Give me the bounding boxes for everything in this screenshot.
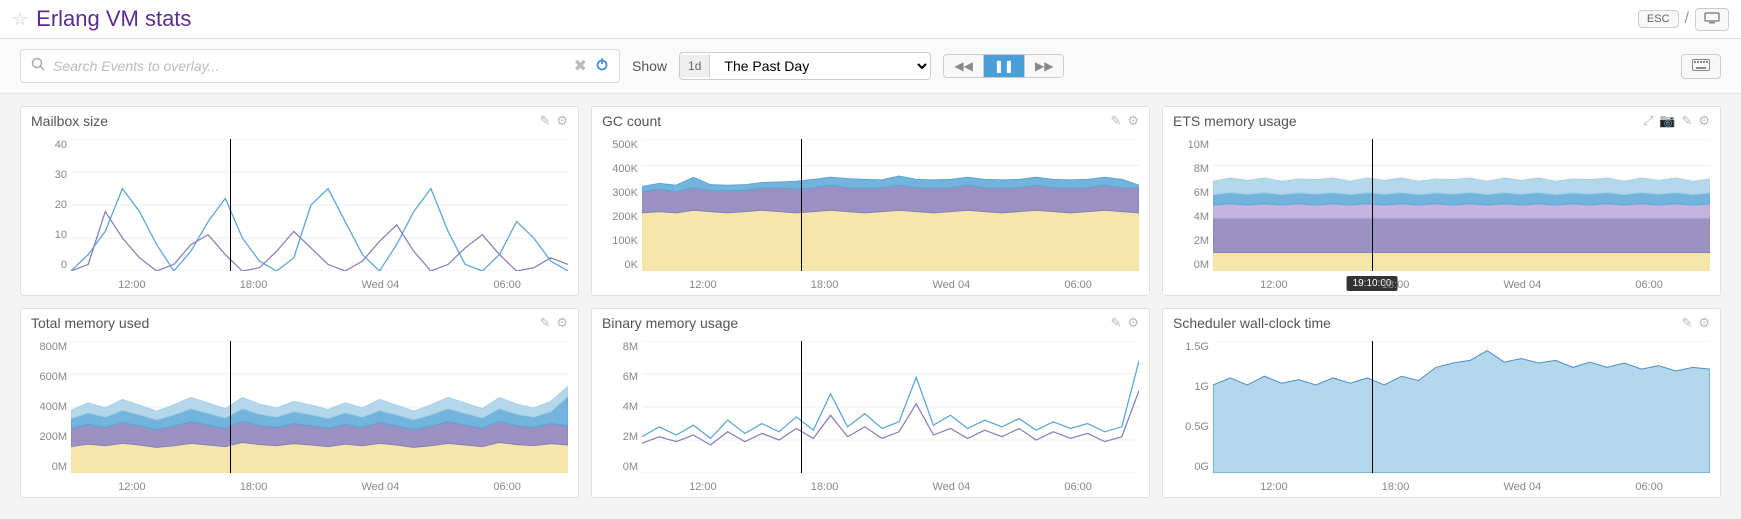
star-icon[interactable]: ☆	[12, 9, 28, 30]
chart-gc[interactable]: 500K400K300K200K100K0K 12:0018:00Wed 0406…	[592, 135, 1149, 295]
panel-mailbox: Mailbox size✎⚙40302010012:0018:00Wed 040…	[20, 106, 579, 296]
header-left: ☆ Erlang VM stats	[12, 6, 191, 32]
panel-header: Binary memory usage✎⚙	[592, 309, 1149, 337]
gear-icon[interactable]: ⚙	[1127, 113, 1139, 129]
camera-icon[interactable]: 📷	[1659, 113, 1675, 129]
gear-icon[interactable]: ⚙	[1698, 113, 1710, 129]
toolbar: ✖ Show 1d The Past Day ◀◀ ❚❚ ▶▶	[0, 39, 1741, 94]
fullscreen-button[interactable]	[1695, 8, 1729, 31]
panel-binmem: Binary memory usage✎⚙8M6M4M2M0M12:0018:0…	[591, 308, 1150, 498]
page-title: Erlang VM stats	[36, 6, 191, 32]
slash-separator: /	[1685, 10, 1689, 28]
gear-icon[interactable]: ⚙	[1698, 315, 1710, 331]
x-axis: 12:0018:00Wed 0406:00	[642, 279, 1139, 291]
panel-title: Mailbox size	[31, 113, 108, 129]
gear-icon[interactable]: ⚙	[556, 315, 568, 331]
panel-title: ETS memory usage	[1173, 113, 1297, 129]
keyboard-shortcuts-button[interactable]	[1681, 54, 1721, 79]
panel-actions: ✎⚙	[1681, 315, 1710, 331]
panel-title: Total memory used	[31, 315, 149, 331]
rewind-button[interactable]: ◀◀	[944, 55, 983, 77]
panel-actions: ✎⚙	[1110, 315, 1139, 331]
chart-ets[interactable]: 10M8M6M4M2M0M19:10:0012:0018:00Wed 0406:…	[1163, 135, 1720, 295]
esc-button[interactable]: ESC	[1638, 10, 1679, 28]
x-axis: 12:0018:00Wed 0406:00	[1213, 481, 1710, 493]
power-icon[interactable]	[595, 57, 609, 76]
pencil-icon[interactable]: ✎	[1110, 113, 1121, 129]
panel-header: ETS memory usage ⤢ 📷 ✎ ⚙	[1163, 107, 1720, 135]
pencil-icon[interactable]: ✎	[1681, 315, 1692, 331]
panel-header: Scheduler wall-clock time✎⚙	[1163, 309, 1720, 337]
search-icon	[31, 57, 45, 76]
x-axis: 12:0018:00Wed 0406:00	[71, 279, 568, 291]
panel-gc: GC count✎⚙500K400K300K200K100K0K12:0018:…	[591, 106, 1150, 296]
pencil-icon[interactable]: ✎	[1110, 315, 1121, 331]
panel-actions: ✎⚙	[539, 113, 568, 129]
gear-icon[interactable]: ⚙	[1127, 315, 1139, 331]
pencil-icon[interactable]: ✎	[539, 315, 550, 331]
time-range-selector: 1d The Past Day	[679, 52, 931, 80]
y-axis: 8M6M4M2M0M	[598, 341, 638, 473]
pencil-icon[interactable]: ✎	[539, 113, 550, 129]
panel-title: Binary memory usage	[602, 315, 738, 331]
panel-actions: ⤢ 📷 ✎ ⚙	[1643, 113, 1710, 129]
panel-ets: ETS memory usage ⤢ 📷 ✎ ⚙ 10M8M6M4M2M0M19:10:0…	[1162, 106, 1721, 296]
y-axis: 10M8M6M4M2M0M	[1169, 139, 1209, 271]
panel-title: GC count	[602, 113, 661, 129]
page-header: ☆ Erlang VM stats ESC /	[0, 0, 1741, 39]
show-label: Show	[632, 58, 667, 74]
chart-sched[interactable]: 1.5G1G0.5G0G 12:0018:00Wed 0406:00	[1163, 337, 1720, 497]
monitor-icon	[1704, 12, 1720, 24]
expand-icon[interactable]: ⤢	[1643, 113, 1653, 129]
panel-actions: ✎⚙	[1110, 113, 1139, 129]
x-axis: 12:0018:00Wed 0406:00	[642, 481, 1139, 493]
forward-button[interactable]: ▶▶	[1025, 55, 1063, 77]
chart-totalmem[interactable]: 800M600M400M200M0M 12:0018:00Wed 0406:00	[21, 337, 578, 497]
search-input[interactable]	[53, 58, 574, 74]
y-axis: 403020100	[27, 139, 67, 271]
x-axis: 12:0018:00Wed 0406:00	[1213, 279, 1710, 291]
header-right: ESC /	[1638, 8, 1729, 31]
dashboard-grid: Mailbox size✎⚙40302010012:0018:00Wed 040…	[0, 94, 1741, 510]
pencil-icon[interactable]: ✎	[1681, 113, 1692, 129]
panel-actions: ✎⚙	[539, 315, 568, 331]
gear-icon[interactable]: ⚙	[556, 113, 568, 129]
panel-header: Mailbox size✎⚙	[21, 107, 578, 135]
x-axis: 12:0018:00Wed 0406:00	[71, 481, 568, 493]
panel-header: Total memory used✎⚙	[21, 309, 578, 337]
chart-mailbox[interactable]: 403020100 12:0018:00Wed 0406:00	[21, 135, 578, 295]
y-axis: 500K400K300K200K100K0K	[598, 139, 638, 271]
keyboard-icon	[1692, 59, 1710, 71]
search-container: ✖	[20, 49, 620, 83]
clear-search-icon[interactable]: ✖	[574, 56, 587, 76]
chart-binmem[interactable]: 8M6M4M2M0M 12:0018:00Wed 0406:00	[592, 337, 1149, 497]
time-badge: 1d	[680, 55, 710, 77]
y-axis: 800M600M400M200M0M	[27, 341, 67, 473]
panel-title: Scheduler wall-clock time	[1173, 315, 1331, 331]
panel-header: GC count✎⚙	[592, 107, 1149, 135]
pause-button[interactable]: ❚❚	[984, 55, 1025, 77]
panel-totalmem: Total memory used✎⚙800M600M400M200M0M12:…	[20, 308, 579, 498]
y-axis: 1.5G1G0.5G0G	[1169, 341, 1209, 473]
playback-controls: ◀◀ ❚❚ ▶▶	[943, 54, 1064, 78]
panel-sched: Scheduler wall-clock time✎⚙1.5G1G0.5G0G1…	[1162, 308, 1721, 498]
time-range-dropdown[interactable]: The Past Day	[710, 53, 930, 79]
